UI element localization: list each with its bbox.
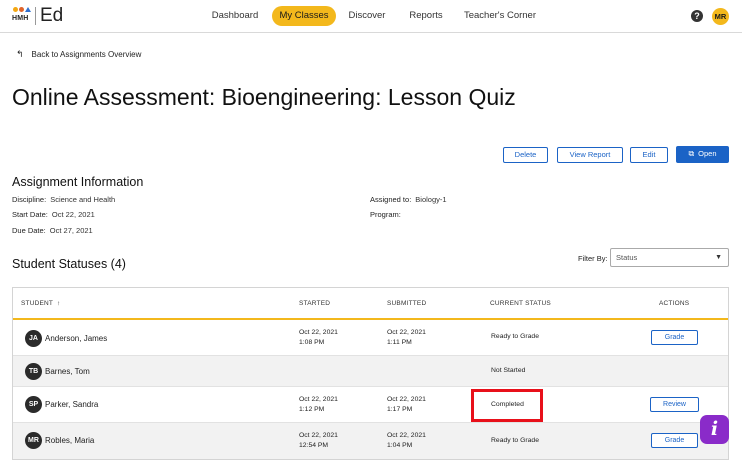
actions-column-header: ACTIONS <box>659 300 690 307</box>
student-avatar: JA <box>25 330 42 347</box>
started-date: Oct 22, 2021 <box>299 329 338 336</box>
due-date-label: Due Date: <box>12 226 46 235</box>
table-row: MR Robles, Maria Oct 22, 2021 12:54 PM O… <box>13 423 728 459</box>
app-name[interactable]: Ed <box>40 5 63 27</box>
submitted-time: 1:17 PM <box>387 405 413 413</box>
review-button[interactable]: Review <box>650 397 699 412</box>
open-button-label: Open <box>698 149 717 158</box>
submitted-cell: Oct 22, 2021 1:11 PM <box>387 328 426 347</box>
start-date-field: Start Date: Oct 22, 2021 <box>12 210 95 219</box>
started-cell: Oct 22, 2021 1:08 PM <box>299 328 338 347</box>
student-name[interactable]: Anderson, James <box>45 334 107 343</box>
open-button[interactable]: ⧉ Open <box>676 146 729 163</box>
program-label: Program: <box>370 210 401 219</box>
highlight-annotation <box>471 389 543 422</box>
student-column-header[interactable]: STUDENT ↑ <box>21 300 60 307</box>
discipline-field: Discipline: Science and Health <box>12 195 115 204</box>
nav-item-my-classes[interactable]: My Classes <box>272 6 336 26</box>
started-time: 1:12 PM <box>299 405 325 413</box>
status-filter-select[interactable]: Status ▼ <box>610 248 729 267</box>
submitted-date: Oct 22, 2021 <box>387 396 426 403</box>
table-header: STUDENT ↑ STARTED SUBMITTED CURRENT STAT… <box>13 288 728 320</box>
student-avatar: SP <box>25 396 42 413</box>
view-report-button[interactable]: View Report <box>557 147 623 163</box>
logo-divider <box>35 7 36 25</box>
start-date-label: Start Date: <box>12 210 48 219</box>
assigned-to-field: Assigned to: Biology-1 <box>370 195 447 204</box>
discipline-value: Science and Health <box>50 195 116 204</box>
student-header-label: STUDENT <box>21 300 53 307</box>
logo-text: HMH <box>12 15 29 22</box>
status-cell: Ready to Grade <box>491 437 539 444</box>
back-link[interactable]: ↰ Back to Assignments Overview <box>16 48 141 60</box>
grade-button[interactable]: Grade <box>651 330 698 345</box>
back-link-label: Back to Assignments Overview <box>31 49 142 59</box>
logo-mark-icon <box>13 7 31 12</box>
started-cell: Oct 22, 2021 1:12 PM <box>299 395 338 414</box>
due-date-field: Due Date: Oct 27, 2021 <box>12 226 93 235</box>
nav-item-discover[interactable]: Discover <box>340 6 394 26</box>
grade-button[interactable]: Grade <box>651 433 698 448</box>
discipline-label: Discipline: <box>12 195 47 204</box>
started-date: Oct 22, 2021 <box>299 432 338 439</box>
filter-select-value: Status <box>616 253 638 262</box>
nav-item-teachers-corner[interactable]: Teacher's Corner <box>462 6 538 26</box>
assignment-info-heading: Assignment Information <box>12 175 144 189</box>
external-link-icon: ⧉ <box>688 149 695 158</box>
table-row: JA Anderson, James Oct 22, 2021 1:08 PM … <box>13 321 728 356</box>
due-date-value: Oct 27, 2021 <box>49 226 93 235</box>
user-avatar[interactable]: MR <box>712 8 729 25</box>
hmh-logo[interactable]: HMH <box>12 6 32 26</box>
current-status-column-header: CURRENT STATUS <box>490 300 551 307</box>
info-icon[interactable]: i <box>700 415 729 444</box>
student-name[interactable]: Robles, Maria <box>45 436 94 445</box>
student-avatar: TB <box>25 363 42 380</box>
status-cell: Ready to Grade <box>491 333 539 340</box>
started-column-header: STARTED <box>299 300 331 307</box>
table-row: SP Parker, Sandra Oct 22, 2021 1:12 PM O… <box>13 387 728 423</box>
submitted-time: 1:11 PM <box>387 338 412 346</box>
delete-button[interactable]: Delete <box>503 147 548 163</box>
submitted-date: Oct 22, 2021 <box>387 432 426 439</box>
student-statuses-heading: Student Statuses (4) <box>12 257 126 271</box>
help-icon[interactable]: ? <box>691 10 703 22</box>
student-name[interactable]: Barnes, Tom <box>45 367 90 376</box>
nav-item-dashboard[interactable]: Dashboard <box>200 6 270 26</box>
started-time: 1:08 PM <box>299 338 325 346</box>
student-avatar: MR <box>25 432 42 449</box>
program-field: Program: <box>370 210 405 219</box>
sort-ascending-icon: ↑ <box>57 300 61 307</box>
page-title: Online Assessment: Bioengineering: Lesso… <box>12 84 516 110</box>
started-time: 12:54 PM <box>299 441 329 449</box>
start-date-value: Oct 22, 2021 <box>51 210 95 219</box>
submitted-cell: Oct 22, 2021 1:04 PM <box>387 431 426 450</box>
nav-item-reports[interactable]: Reports <box>400 6 452 26</box>
status-cell: Not Started <box>491 367 526 374</box>
chevron-down-icon: ▼ <box>715 254 722 261</box>
started-cell: Oct 22, 2021 12:54 PM <box>299 431 338 450</box>
submitted-time: 1:04 PM <box>387 441 413 449</box>
filter-label: Filter By: <box>578 254 608 263</box>
top-bar: HMH Ed Dashboard My Classes Discover Rep… <box>0 0 742 33</box>
student-status-table: STUDENT ↑ STARTED SUBMITTED CURRENT STAT… <box>12 287 729 460</box>
edit-button[interactable]: Edit <box>630 147 668 163</box>
assigned-to-label: Assigned to: <box>370 195 412 204</box>
back-arrow-icon: ↰ <box>16 48 24 59</box>
submitted-column-header: SUBMITTED <box>387 300 427 307</box>
student-name[interactable]: Parker, Sandra <box>45 400 98 409</box>
submitted-date: Oct 22, 2021 <box>387 329 426 336</box>
started-date: Oct 22, 2021 <box>299 396 338 403</box>
assigned-to-value: Biology-1 <box>415 195 447 204</box>
table-row: TB Barnes, Tom Not Started <box>13 356 728 387</box>
submitted-cell: Oct 22, 2021 1:17 PM <box>387 395 426 414</box>
